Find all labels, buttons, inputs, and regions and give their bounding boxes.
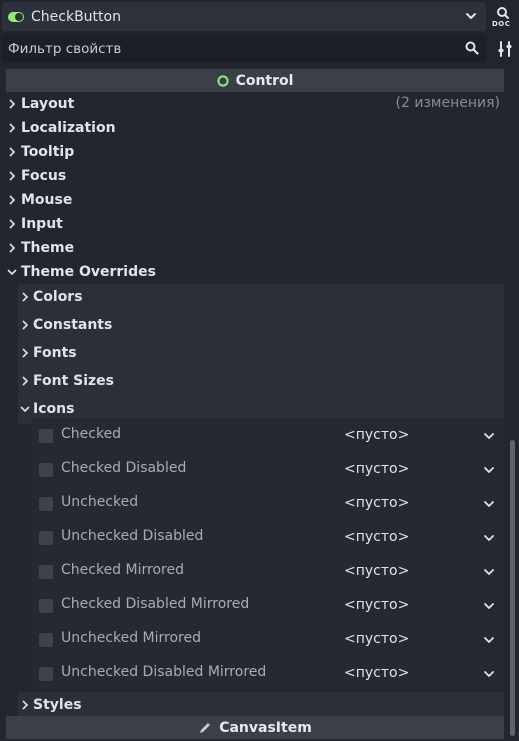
chevron-right-icon — [19, 319, 31, 331]
chevron-down-icon[interactable] — [483, 498, 495, 510]
control-circle-icon — [216, 74, 229, 87]
property-value-picker[interactable]: <пусто> — [344, 665, 409, 681]
chevron-down-icon[interactable] — [483, 532, 495, 544]
property-filter-input[interactable] — [2, 35, 486, 63]
subcategory-colors-label: Colors — [33, 289, 83, 305]
chevron-down-icon[interactable] — [483, 566, 495, 578]
property-name: Checked Disabled — [61, 460, 187, 476]
subcategory-fonts[interactable]: Fonts — [19, 340, 77, 366]
subcategory-styles-label: Styles — [33, 697, 82, 713]
subcategory-fonts-bg — [18, 340, 504, 368]
subcategory-constants-label: Constants — [33, 317, 113, 333]
property-name: Unchecked Disabled — [61, 528, 204, 544]
property-checkbox[interactable] — [39, 565, 53, 579]
category-tooltip-label: Tooltip — [21, 144, 75, 160]
chevron-right-icon — [6, 218, 18, 230]
property-checkbox[interactable] — [39, 463, 53, 477]
section-control-label: Control — [235, 72, 294, 89]
property-value-picker[interactable]: <пусто> — [344, 563, 409, 579]
subcategory-styles[interactable]: Styles — [19, 692, 82, 718]
category-focus-label: Focus — [21, 168, 67, 184]
class-selector-row: CheckButton DOC — [0, 0, 519, 33]
chevron-down-icon[interactable] — [483, 430, 495, 442]
class-name: CheckButton — [31, 8, 121, 25]
chevron-down-icon[interactable] — [483, 464, 495, 476]
section-control[interactable]: Control — [6, 69, 504, 92]
category-input[interactable]: Input — [6, 212, 63, 236]
property-value-picker[interactable]: <пусто> — [344, 427, 409, 443]
chevron-right-icon — [6, 194, 18, 206]
subcategory-font-sizes[interactable]: Font Sizes — [19, 368, 114, 394]
category-layout[interactable]: Layout — [6, 92, 74, 116]
property-checkbox[interactable] — [39, 429, 53, 443]
property-checkbox[interactable] — [39, 667, 53, 681]
chevron-right-icon — [19, 699, 31, 711]
category-input-label: Input — [21, 216, 63, 232]
chevron-right-icon — [19, 347, 31, 359]
chevron-down-icon[interactable] — [483, 600, 495, 612]
property-checkbox[interactable] — [39, 599, 53, 613]
category-theme-label: Theme — [21, 240, 75, 256]
property-name: Unchecked — [61, 494, 139, 510]
subcategory-colors[interactable]: Colors — [19, 284, 83, 310]
inspector-panel: Control Layout (2 изменения) Localizatio… — [2, 66, 518, 741]
property-value-picker[interactable]: <пусто> — [344, 461, 409, 477]
subcategory-styles-bg — [18, 692, 504, 718]
section-canvas-item[interactable]: CanvasItem — [6, 716, 504, 739]
property-checkbox[interactable] — [39, 531, 53, 545]
chevron-right-icon — [6, 170, 18, 182]
property-name: Checked Mirrored — [61, 562, 184, 578]
layout-changes-count: (2 изменения) — [395, 95, 500, 111]
chevron-right-icon — [6, 242, 18, 254]
chevron-down-icon[interactable] — [483, 634, 495, 646]
category-theme[interactable]: Theme — [6, 236, 74, 260]
chevron-right-icon — [6, 98, 18, 110]
chevron-down-icon — [6, 266, 18, 278]
chevron-right-icon — [6, 122, 18, 134]
inspector-tools-button[interactable] — [494, 38, 516, 60]
class-selector[interactable]: CheckButton — [2, 2, 486, 31]
property-name: Checked — [61, 426, 122, 442]
category-mouse-label: Mouse — [21, 192, 73, 208]
open-docs-button[interactable]: DOC — [490, 2, 518, 31]
category-focus[interactable]: Focus — [6, 164, 66, 188]
chevron-down-icon[interactable] — [483, 668, 495, 680]
filter-row — [0, 33, 519, 65]
property-value-picker[interactable]: <пусто> — [344, 495, 409, 511]
property-value-picker[interactable]: <пусто> — [344, 597, 409, 613]
subcategory-fonts-label: Fonts — [33, 345, 77, 361]
property-name: Unchecked Disabled Mirrored — [61, 664, 267, 680]
tools-icon — [498, 41, 512, 57]
category-localization-label: Localization — [21, 120, 116, 136]
chevron-right-icon — [19, 291, 31, 303]
section-canvas-item-label: CanvasItem — [219, 719, 312, 736]
property-checkbox[interactable] — [39, 633, 53, 647]
subcategory-icons-label: Icons — [33, 401, 75, 417]
category-layout-label: Layout — [21, 96, 75, 112]
search-icon — [465, 41, 479, 55]
subcategory-font-sizes-label: Font Sizes — [33, 373, 115, 389]
pencil-icon — [198, 721, 212, 735]
category-tooltip[interactable]: Tooltip — [6, 140, 74, 164]
chevron-down-icon — [466, 13, 476, 19]
chevron-right-icon — [6, 146, 18, 158]
category-theme-overrides-label: Theme Overrides — [21, 264, 156, 280]
chevron-right-icon — [19, 375, 31, 387]
property-checkbox[interactable] — [39, 497, 53, 511]
inspector-scrollbar[interactable] — [510, 440, 515, 736]
property-name: Checked Disabled Mirrored — [61, 596, 250, 612]
check-button-icon — [8, 11, 24, 22]
property-value-picker[interactable]: <пусто> — [344, 631, 409, 647]
subcategory-constants[interactable]: Constants — [19, 312, 112, 338]
category-theme-overrides[interactable]: Theme Overrides — [6, 260, 156, 284]
doc-label: DOC — [492, 20, 511, 28]
category-mouse[interactable]: Mouse — [6, 188, 72, 212]
category-localization[interactable]: Localization — [6, 116, 116, 140]
subcategory-colors-bg — [18, 284, 504, 312]
property-value-picker[interactable]: <пусто> — [344, 529, 409, 545]
chevron-down-icon — [19, 403, 31, 415]
property-name: Unchecked Mirrored — [61, 630, 201, 646]
